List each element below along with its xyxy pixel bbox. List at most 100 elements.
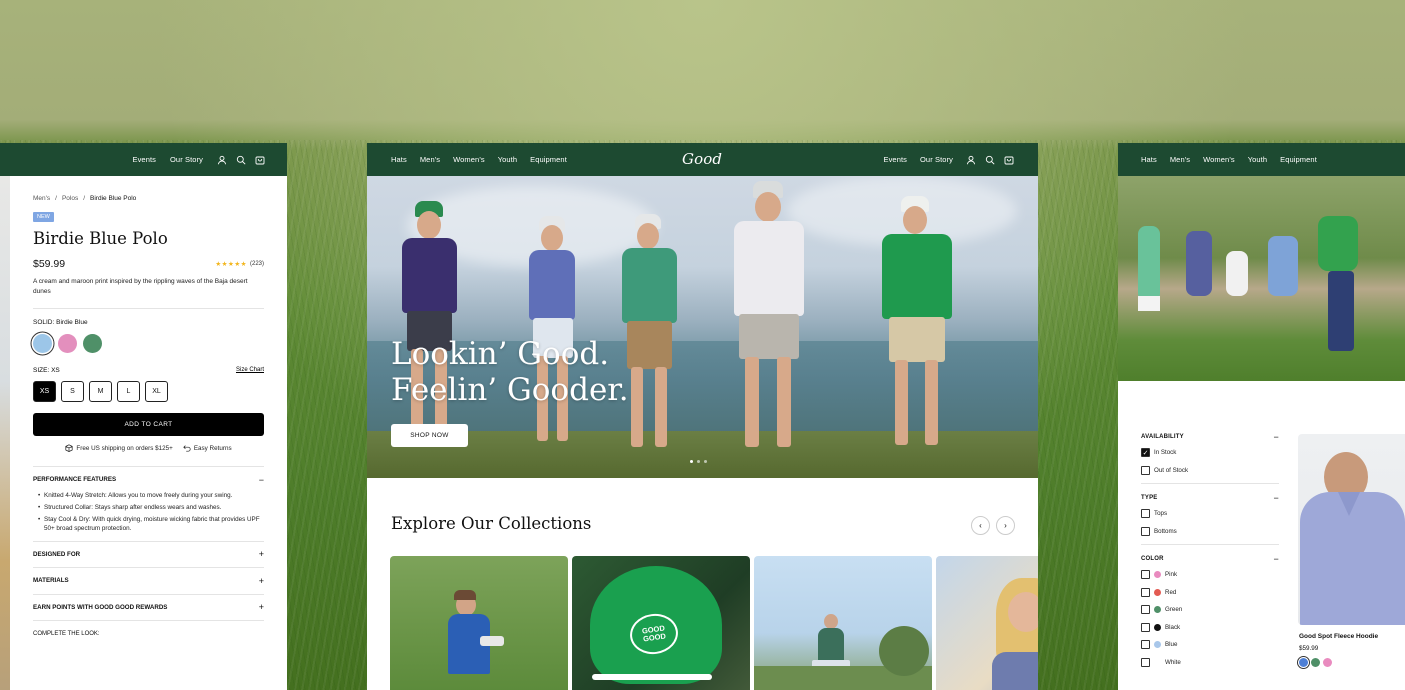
accordion-materials[interactable]: MATERIALS + <box>33 567 264 594</box>
swatch-green[interactable] <box>83 334 102 353</box>
collections-heading: Explore Our Collections <box>391 514 592 533</box>
top-nav: Events Our Story <box>0 143 287 176</box>
breadcrumb-polos[interactable]: Polos <box>62 195 78 202</box>
size-label-prefix: SIZE: <box>33 367 50 374</box>
account-icon[interactable] <box>217 155 227 165</box>
breadcrumb-mens[interactable]: Men's <box>33 195 50 202</box>
collection-cards: GOOD GOOD <box>390 556 1038 690</box>
filter-option-label: Blue <box>1165 641 1178 648</box>
filter-option-tops[interactable]: Tops <box>1141 509 1279 519</box>
size-s-button[interactable]: S <box>61 381 84 402</box>
swatch-pink[interactable] <box>1323 658 1332 667</box>
checkbox[interactable] <box>1141 657 1150 667</box>
product-description: A cream and maroon print inspired by the… <box>33 278 248 295</box>
nav-mens-link[interactable]: Men's <box>1170 155 1190 164</box>
filter-option-in-stock[interactable]: ✓ In Stock <box>1141 448 1279 458</box>
checkbox[interactable] <box>1141 640 1150 649</box>
brand-logo[interactable]: Good <box>682 150 722 168</box>
feature-item: Knitted 4-Way Stretch: Allows you to mov… <box>38 491 264 500</box>
rating[interactable]: ★★★★★ (223) <box>215 260 264 268</box>
checkbox[interactable] <box>1141 570 1150 579</box>
color-swatches <box>33 334 264 353</box>
expand-icon: + <box>258 549 264 560</box>
size-xl-button[interactable]: XL <box>145 381 168 402</box>
nav-youth-link[interactable]: Youth <box>498 155 517 164</box>
filter-color-white[interactable]: White <box>1141 657 1279 667</box>
checkbox[interactable] <box>1141 605 1150 614</box>
filter-color-blue[interactable]: Blue <box>1141 640 1279 650</box>
nav-youth-link[interactable]: Youth <box>1248 155 1267 164</box>
filter-sidebar: AVAILABILITY − ✓ In Stock Out of Stock T… <box>1141 433 1279 667</box>
expand-icon: + <box>258 602 264 613</box>
nav-categories: Hats Men's Women's Youth Equipment <box>391 155 567 164</box>
cart-icon[interactable] <box>1004 155 1014 165</box>
accordion-rewards[interactable]: EARN POINTS WITH GOOD GOOD REWARDS + <box>33 593 264 621</box>
filter-option-label: Bottoms <box>1154 527 1177 535</box>
cart-icon[interactable] <box>255 155 265 165</box>
carousel-dot[interactable] <box>697 460 700 463</box>
filter-option-out-of-stock[interactable]: Out of Stock <box>1141 465 1279 475</box>
checkbox[interactable] <box>1141 526 1150 536</box>
filter-color-pink[interactable]: Pink <box>1141 570 1279 580</box>
filter-color-red[interactable]: Red <box>1141 587 1279 597</box>
nav-mens-link[interactable]: Men's <box>420 155 440 164</box>
collapse-icon: − <box>1273 493 1279 503</box>
checkbox[interactable] <box>1141 622 1150 632</box>
chevron-right-icon[interactable]: › <box>996 516 1015 535</box>
account-icon[interactable] <box>966 155 976 165</box>
divider <box>33 308 264 309</box>
swatch-green[interactable] <box>1311 658 1320 667</box>
add-to-cart-button[interactable]: ADD TO CART <box>33 413 264 436</box>
swatch-pink[interactable] <box>58 334 77 353</box>
size-l-button[interactable]: L <box>117 381 140 402</box>
breadcrumb: Men's / Polos / Birdie Blue Polo <box>33 195 264 202</box>
carousel-dot[interactable] <box>690 460 693 463</box>
nav-equipment-link[interactable]: Equipment <box>1280 155 1317 164</box>
filter-type-header[interactable]: TYPE − <box>1141 493 1279 503</box>
collection-card-mens[interactable] <box>390 556 568 690</box>
collection-card-hats[interactable]: GOOD GOOD <box>572 556 750 690</box>
nav-events-link[interactable]: Events <box>132 155 156 164</box>
feature-item: Stay Cool & Dry: With quick drying, mois… <box>38 515 264 533</box>
nav-hats-link[interactable]: Hats <box>391 155 407 164</box>
nav-equipment-link[interactable]: Equipment <box>530 155 567 164</box>
complete-the-look-label: COMPLETE THE LOOK: <box>33 630 100 637</box>
shop-now-button[interactable]: SHOP NOW <box>391 424 468 447</box>
size-xs-button[interactable]: XS <box>33 381 56 402</box>
product-card-image[interactable] <box>1298 434 1405 625</box>
size-options: XS S M L XL <box>33 381 264 402</box>
search-icon[interactable] <box>985 155 995 165</box>
filter-color-header[interactable]: COLOR − <box>1141 555 1279 564</box>
collection-card-womens[interactable] <box>754 556 932 690</box>
collection-nav: Hats Men's Women's Youth Equipment <box>1118 143 1405 176</box>
swatch-blue[interactable] <box>1299 658 1308 667</box>
size-chart-link[interactable]: Size Chart <box>236 367 264 374</box>
carousel-dot[interactable] <box>704 460 707 463</box>
size-label: SIZE: XS <box>33 367 60 374</box>
checkbox[interactable] <box>1141 587 1150 597</box>
nav-hats-link[interactable]: Hats <box>1141 155 1157 164</box>
accordion-designed-for[interactable]: DESIGNED FOR + <box>33 540 264 568</box>
product-card-name[interactable]: Good Spot Fleece Hoodie <box>1299 633 1378 640</box>
breadcrumb-separator: / <box>83 195 86 202</box>
color-dot <box>1154 571 1161 578</box>
nav-our-story-link[interactable]: Our Story <box>170 155 203 164</box>
swatch-birdie-blue[interactable] <box>33 334 52 353</box>
nav-womens-link[interactable]: Women's <box>1203 155 1235 164</box>
checkbox[interactable] <box>1141 509 1150 518</box>
filter-color-black[interactable]: Black <box>1141 622 1279 632</box>
filter-availability-header[interactable]: AVAILABILITY − <box>1141 433 1279 442</box>
product-image-edge <box>0 176 10 690</box>
nav-events-link[interactable]: Events <box>883 155 907 164</box>
size-m-button[interactable]: M <box>89 381 112 402</box>
filter-color-green[interactable]: Green <box>1141 605 1279 615</box>
filter-option-bottoms[interactable]: Bottoms <box>1141 526 1279 536</box>
accordion-performance-features[interactable]: PERFORMANCE FEATURES − <box>33 466 264 493</box>
nav-womens-link[interactable]: Women's <box>453 155 485 164</box>
chevron-left-icon[interactable]: ‹ <box>971 516 990 535</box>
checkbox-checked[interactable]: ✓ <box>1141 448 1150 457</box>
checkbox[interactable] <box>1141 465 1150 475</box>
collection-card-youth[interactable] <box>936 556 1038 690</box>
search-icon[interactable] <box>236 155 246 165</box>
nav-our-story-link[interactable]: Our Story <box>920 155 953 164</box>
